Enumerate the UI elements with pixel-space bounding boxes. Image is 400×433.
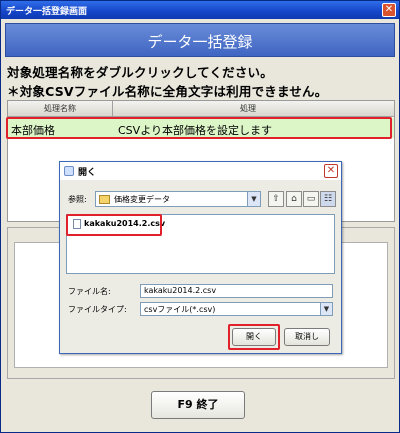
- grid-header: 処理名称 処理: [8, 101, 394, 117]
- open-button-highlight: [228, 324, 280, 350]
- dialog-title: 開く: [78, 168, 97, 178]
- dialog-titlebar[interactable]: 開く ✕: [60, 162, 341, 180]
- close-icon[interactable]: ✕: [382, 3, 396, 17]
- column-header-name: 処理名称: [44, 104, 76, 113]
- home-icon[interactable]: ⌂: [286, 191, 302, 207]
- filename-value: kakaku2014.2.csv: [144, 286, 217, 295]
- look-in-value: 価格変更データ: [114, 195, 170, 204]
- filename-label: ファイル名:: [68, 287, 111, 296]
- folder-icon: [99, 195, 110, 204]
- banner-title: データ一括登録: [147, 33, 253, 51]
- banner: データ一括登録: [5, 23, 395, 57]
- list-view-icon[interactable]: ☷: [320, 191, 336, 207]
- dialog-close-icon[interactable]: ✕: [324, 164, 338, 178]
- file-highlight: [66, 214, 162, 236]
- filetype-select[interactable]: csvファイル(*.csv) ▼: [140, 302, 333, 316]
- filetype-value: csvファイル(*.csv): [144, 305, 216, 314]
- chevron-down-icon[interactable]: ▼: [247, 192, 260, 206]
- look-in-combo[interactable]: 価格変更データ ▼: [95, 191, 261, 207]
- instruction-line-1: 対象処理名称をダブルクリックしてください。: [7, 65, 273, 80]
- end-button[interactable]: F9 終了: [151, 391, 245, 419]
- filetype-label: ファイルタイプ:: [68, 305, 127, 314]
- java-icon: [64, 166, 74, 176]
- cancel-button[interactable]: 取消し: [284, 328, 330, 346]
- instruction-line-2: ＊対象CSVファイル名称に全角文字は利用できません。: [7, 84, 328, 99]
- row-highlight: [6, 117, 392, 139]
- column-header-process: 処理: [240, 104, 256, 113]
- filename-input[interactable]: kakaku2014.2.csv: [140, 284, 333, 298]
- new-folder-icon[interactable]: ▭: [303, 191, 319, 207]
- chevron-down-icon[interactable]: ▼: [320, 303, 332, 315]
- open-dialog: 開く ✕ 参照: 価格変更データ ▼ ⇧ ⌂ ▭ ☷ kakaku2014.2.…: [59, 161, 342, 354]
- window-title: データ一括登録画面: [6, 7, 88, 17]
- window-titlebar[interactable]: データ一括登録画面 ✕: [1, 1, 399, 19]
- look-in-label: 参照:: [68, 195, 87, 204]
- up-folder-icon[interactable]: ⇧: [268, 191, 284, 207]
